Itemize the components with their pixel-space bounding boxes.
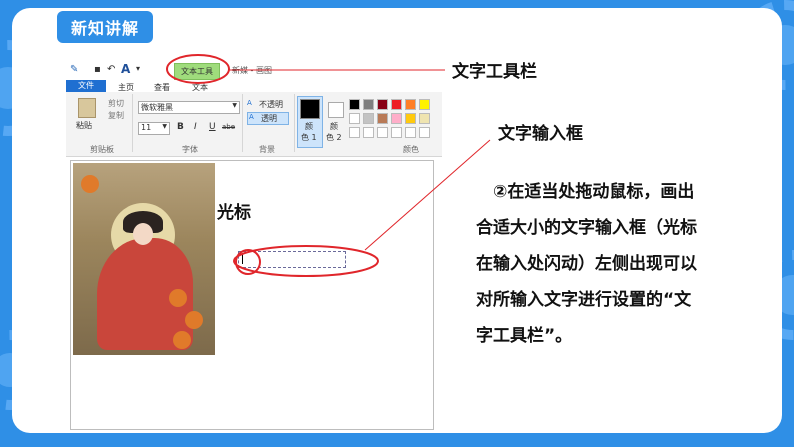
toolbar-annotation-label: 文字工具栏 [452,62,537,82]
body-text-line: 在输入处闪动）左侧出现可以 [476,254,697,274]
body-text-line: 字工具栏”。 [476,326,573,346]
slide: 新知讲解 ✎ ▪ ↶ A ▾ 文本工具 新媒 - 画图 文件 主页 查看 文本 … [0,0,794,447]
body-text-line: 对所输入文字进行设置的“文 [476,290,692,310]
context-tab-highlight [166,54,230,84]
body-text-line: 合适大小的文字输入框（光标 [476,218,697,238]
cursor-annotation-label: 光标 [217,203,251,223]
body-text-line: ②在适当处拖动鼠标，画出 [476,182,695,202]
input-box-pointer-line [364,139,491,251]
input-box-annotation-label: 文字输入框 [498,124,583,144]
